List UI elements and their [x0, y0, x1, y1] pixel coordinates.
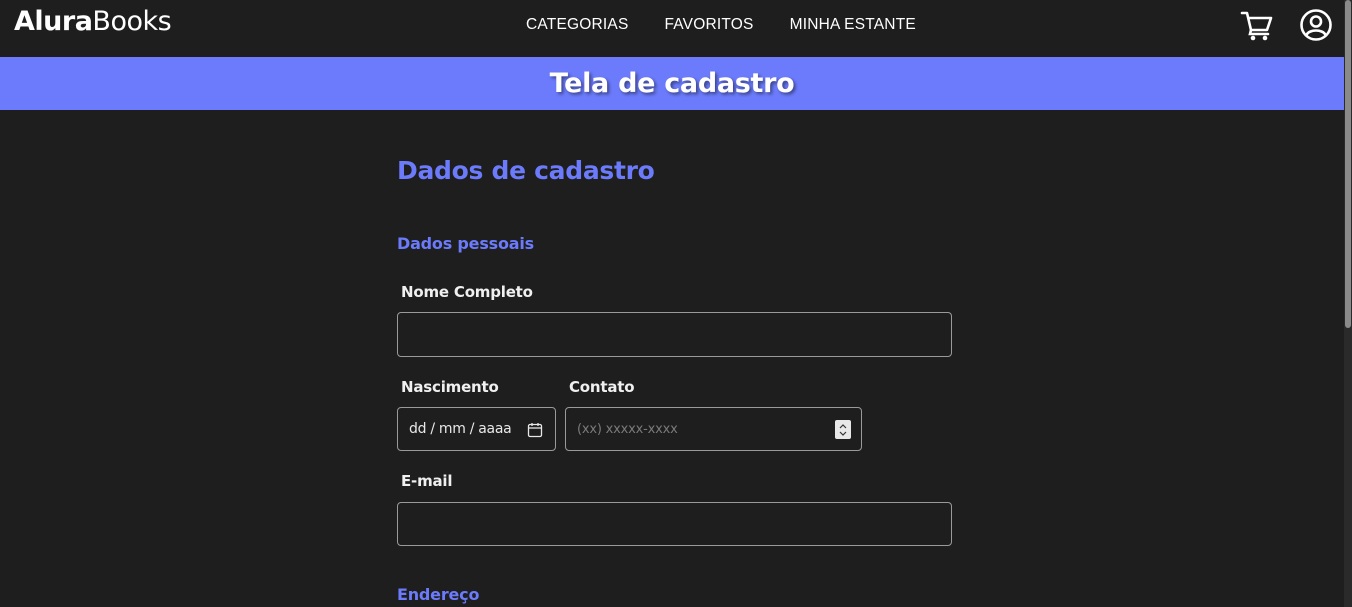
contact-placeholder: (xx) xxxxx-xxxx: [577, 421, 678, 437]
birth-date-placeholder: dd / mm / aaaa: [409, 421, 512, 437]
logo-part-alura: Alura: [14, 6, 93, 37]
nav-item-categorias[interactable]: CATEGORIAS: [526, 16, 628, 34]
contact-input[interactable]: (xx) xxxxx-xxxx: [565, 407, 862, 451]
section-title-address: Endereço: [397, 585, 480, 604]
page-title: Tela de cadastro: [549, 68, 795, 99]
number-spinner[interactable]: [835, 420, 851, 439]
birth-date-input[interactable]: dd / mm / aaaa: [397, 407, 556, 451]
nav-item-minha-estante[interactable]: MINHA ESTANTE: [790, 16, 916, 34]
main-nav: CATEGORIAS FAVORITOS MINHA ESTANTE: [526, 16, 916, 34]
calendar-icon[interactable]: [527, 422, 543, 438]
spinner-arrows-icon: [839, 423, 847, 436]
user-icon[interactable]: [1299, 8, 1333, 42]
logo-part-books: Books: [92, 6, 172, 37]
top-header: AluraBooks CATEGORIAS FAVORITOS MINHA ES…: [0, 0, 1344, 57]
alurabooks-logo[interactable]: AluraBooks: [14, 6, 172, 37]
name-label: Nome Completo: [401, 283, 533, 301]
vertical-scrollbar[interactable]: [1344, 0, 1352, 607]
cart-icon[interactable]: [1240, 8, 1274, 42]
full-name-input[interactable]: [397, 312, 952, 357]
birth-label: Nascimento: [401, 378, 499, 396]
page-banner: Tela de cadastro: [0, 57, 1344, 110]
contact-label: Contato: [569, 378, 635, 396]
nav-item-favoritos[interactable]: FAVORITOS: [664, 16, 753, 34]
form-title: Dados de cadastro: [397, 156, 655, 185]
section-title-personal: Dados pessoais: [397, 234, 534, 253]
scrollbar-thumb[interactable]: [1345, 0, 1351, 328]
email-input[interactable]: [397, 502, 952, 546]
email-label: E-mail: [401, 472, 453, 490]
